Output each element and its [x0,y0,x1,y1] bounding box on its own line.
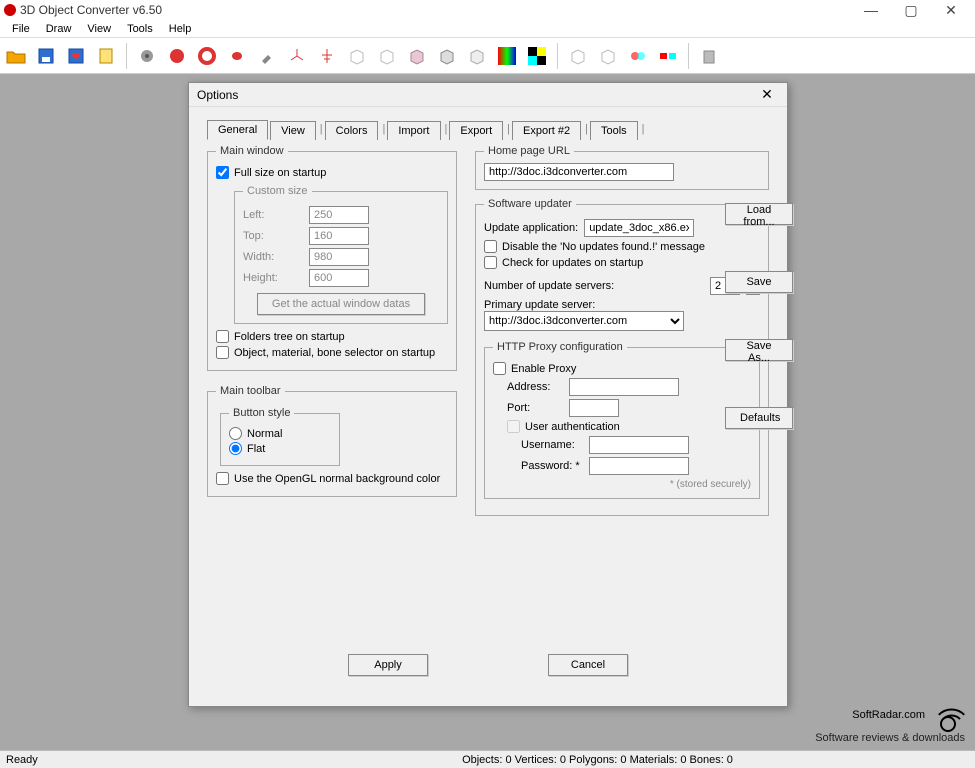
menu-help[interactable]: Help [161,21,200,37]
save-heart-icon[interactable] [64,44,88,68]
gear-icon[interactable] [135,44,159,68]
button-style-group: Button style Normal Flat [220,407,340,466]
proxy-port-input[interactable] [569,399,619,417]
proxy-username-input[interactable] [589,436,689,454]
tabstrip: General View| Colors| Import| Export| Ex… [207,119,769,139]
folders-tree-checkbox[interactable]: Folders tree on startup [216,330,448,343]
user-auth-checkbox[interactable]: User authentication [507,420,751,433]
menu-tools[interactable]: Tools [119,21,161,37]
tree-icon[interactable] [315,44,339,68]
box1-icon[interactable] [345,44,369,68]
minimize-button[interactable]: — [851,0,891,20]
main-window-group: Main window Full size on startup Custom … [207,145,457,371]
check-startup-checkbox[interactable]: Check for updates on startup [484,256,760,269]
watermark: SoftRadar.com Software reviews & downloa… [815,698,965,744]
main-toolbar [0,38,975,74]
ball-red-icon[interactable] [165,44,189,68]
primary-server-select[interactable]: http://3doc.i3dconverter.com [484,311,684,331]
status-bar: Ready Objects: 0 Vertices: 0 Polygons: 0… [0,750,975,768]
disable-noupdates-checkbox[interactable]: Disable the 'No updates found.!' message [484,240,760,253]
options-dialog: Options ✕ General View| Colors| Import| … [188,82,788,707]
tab-tools[interactable]: Tools [590,121,638,140]
menu-file[interactable]: File [4,21,38,37]
save-icon[interactable] [34,44,58,68]
opengl-bg-checkbox[interactable]: Use the OpenGL normal background color [216,472,448,485]
proxy-footnote: * (stored securely) [493,479,751,490]
selector-checkbox[interactable]: Object, material, bone selector on start… [216,346,448,359]
defaults-button[interactable]: Defaults [725,407,793,429]
custom-top-input[interactable] [309,227,369,245]
menu-draw[interactable]: Draw [38,21,80,37]
dialog-close-button[interactable]: ✕ [755,86,779,103]
custom-height-input[interactable] [309,269,369,287]
box5-icon[interactable] [465,44,489,68]
radio-normal[interactable]: Normal [229,427,331,440]
status-ready: Ready [6,754,226,766]
get-window-data-button[interactable]: Get the actual window datas [257,293,425,315]
box4-icon[interactable] [435,44,459,68]
cancel-button[interactable]: Cancel [548,654,628,676]
separator-icon [557,43,558,69]
proxy-password-input[interactable] [589,457,689,475]
box2-icon[interactable] [375,44,399,68]
full-size-checkbox[interactable]: Full size on startup [216,166,448,179]
status-stats: Objects: 0 Vertices: 0 Polygons: 0 Mater… [226,754,969,766]
save-button[interactable]: Save [725,271,793,293]
home-page-input[interactable] [484,163,674,181]
menu-bar: File Draw View Tools Help [0,20,975,38]
open-folder-icon[interactable] [4,44,28,68]
separator-icon [688,43,689,69]
menu-view[interactable]: View [79,21,119,37]
donut-icon[interactable] [195,44,219,68]
rainbow-icon[interactable] [495,44,519,68]
custom-size-group: Custom size Left: Top: Width: Height: Ge… [234,185,448,324]
app-icon [4,4,16,16]
box3-icon[interactable] [405,44,429,68]
full-size-input[interactable] [216,166,229,179]
main-window-legend: Main window [216,145,288,157]
axes-icon[interactable] [285,44,309,68]
proxy-group: HTTP Proxy configuration Enable Proxy Ad… [484,341,760,499]
stereo-left-icon[interactable] [566,44,590,68]
window-titlebar: 3D Object Converter v6.50 — ▢ ✕ [0,0,975,20]
stereo-right-icon[interactable] [596,44,620,68]
dialog-titlebar: Options ✕ [189,83,787,107]
apply-button[interactable]: Apply [348,654,428,676]
anaglyph-icon[interactable] [656,44,680,68]
tab-export[interactable]: Export [449,121,503,140]
close-window-button[interactable]: ✕ [931,0,971,20]
custom-left-input[interactable] [309,206,369,224]
candy-icon[interactable] [225,44,249,68]
tab-colors[interactable]: Colors [325,121,379,140]
custom-width-input[interactable] [309,248,369,266]
trash-icon[interactable] [697,44,721,68]
separator-icon [126,43,127,69]
script-icon[interactable] [94,44,118,68]
home-page-group: Home page URL [475,145,769,190]
radio-flat[interactable]: Flat [229,442,331,455]
proxy-address-input[interactable] [569,378,679,396]
tab-view[interactable]: View [270,121,316,140]
tab-general[interactable]: General [207,120,268,140]
save-as-button[interactable]: Save As... [725,339,793,361]
tab-import[interactable]: Import [387,121,440,140]
enable-proxy-checkbox[interactable]: Enable Proxy [493,362,751,375]
checker-icon[interactable] [525,44,549,68]
stereo-both-icon[interactable] [626,44,650,68]
dialog-title: Options [197,88,755,102]
radar-icon [931,698,965,732]
load-from-button[interactable]: Load from... [725,203,793,225]
window-title: 3D Object Converter v6.50 [20,3,851,17]
update-app-input[interactable] [584,219,694,237]
tab-export2[interactable]: Export #2 [512,121,581,140]
maximize-button[interactable]: ▢ [891,0,931,20]
wrench-icon[interactable] [255,44,279,68]
main-toolbar-group: Main toolbar Button style Normal Flat Us… [207,385,457,497]
